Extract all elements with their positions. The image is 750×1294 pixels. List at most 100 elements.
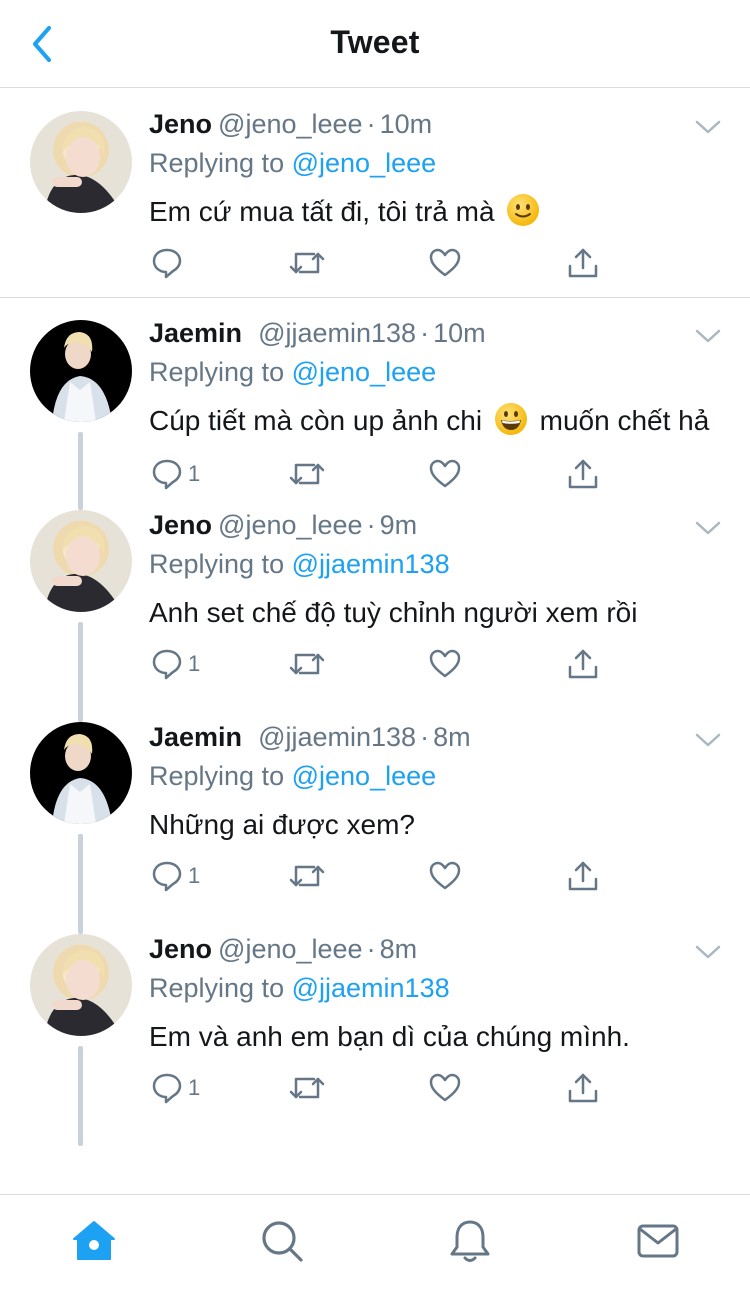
chevron-down-icon[interactable] — [694, 730, 722, 750]
retweet-button[interactable] — [288, 1068, 326, 1108]
slightly-smiling-face-emoji — [507, 194, 540, 226]
like-button[interactable] — [428, 243, 462, 283]
retweet-icon — [289, 865, 325, 887]
heart-icon — [429, 459, 461, 488]
heart-icon — [429, 861, 461, 890]
share-button[interactable] — [566, 856, 600, 896]
tweet-actions: 1 — [0, 644, 750, 684]
chevron-down-icon[interactable] — [694, 117, 722, 137]
tweet-header: Jaemin @jjaemin138 · 8m — [149, 722, 471, 753]
chevron-down-icon[interactable] — [694, 326, 722, 346]
tab-home[interactable] — [70, 1217, 118, 1265]
reply-button[interactable]: 1 — [150, 1068, 200, 1108]
author-name[interactable]: Jeno — [149, 510, 212, 540]
avatar[interactable] — [30, 111, 132, 213]
author-handle[interactable]: @jeno_leee — [218, 510, 363, 540]
author-handle[interactable]: @jeno_leee — [218, 934, 363, 964]
tab-messages[interactable] — [634, 1217, 682, 1265]
tweet-text: Em và anh em bạn dì của chúng mình. — [149, 1021, 630, 1052]
bell-icon — [450, 1220, 490, 1262]
timestamp: 9m — [379, 510, 418, 540]
mention-link[interactable]: @jeno_leee — [292, 357, 437, 387]
like-button[interactable] — [428, 454, 462, 494]
tab-search[interactable] — [258, 1217, 306, 1265]
heart-icon — [429, 1073, 461, 1102]
author-name[interactable]: Jaemin — [149, 318, 242, 348]
replying-to: Replying to @jeno_leee — [149, 761, 436, 792]
avatar[interactable] — [30, 320, 132, 422]
replying-to: Replying to @jeno_leee — [149, 148, 436, 179]
tweet-text: Cúp tiết mà còn up ảnh chi muốn chết hả — [149, 401, 729, 441]
tweet-text-continuation: muốn chết hả — [539, 405, 710, 436]
reply-count: 1 — [188, 461, 201, 486]
share-button[interactable] — [566, 243, 600, 283]
author-name[interactable]: Jeno — [149, 934, 212, 964]
avatar[interactable] — [30, 722, 132, 824]
like-button[interactable] — [428, 856, 462, 896]
retweet-button[interactable] — [288, 644, 326, 684]
tweet-text-content: Cúp tiết mà còn up ảnh chi — [149, 405, 483, 436]
mention-link[interactable]: @jeno_leee — [292, 148, 437, 178]
tweet[interactable]: Jaemin @jjaemin138 · 10m Replying to @jeno_… — [0, 298, 750, 510]
author-name[interactable]: Jaemin — [149, 722, 242, 752]
reply-count: 1 — [188, 1075, 201, 1100]
reply-button[interactable]: 1 — [150, 856, 200, 896]
mention-link[interactable]: @jeno_leee — [292, 761, 437, 791]
reply-icon — [152, 459, 182, 490]
tweet-header: Jaemin @jjaemin138 · 10m — [149, 318, 486, 349]
share-icon — [568, 861, 598, 891]
retweet-button[interactable] — [288, 243, 326, 283]
share-button[interactable] — [566, 1068, 600, 1108]
like-button[interactable] — [428, 644, 462, 684]
chevron-down-icon[interactable] — [694, 942, 722, 962]
retweet-button[interactable] — [288, 856, 326, 896]
avatar-image — [44, 526, 122, 612]
tweet[interactable]: Jaemin @jjaemin138 · 8m Replying to @jeno_l… — [0, 722, 750, 934]
share-icon — [568, 459, 598, 489]
share-icon — [568, 1073, 598, 1103]
tweet-text: Anh set chế độ tuỳ chỉnh người xem rồi — [149, 597, 638, 628]
share-button[interactable] — [566, 454, 600, 494]
reply-button[interactable]: 1 — [150, 644, 200, 684]
tweet[interactable]: Jeno @jeno_leee · 8m Replying to @jjaemin13… — [0, 934, 750, 1146]
reply-button[interactable]: 1 — [150, 454, 200, 494]
avatar-image — [52, 734, 112, 824]
tweet-header: Jeno @jeno_leee · 8m — [149, 934, 417, 965]
author-handle[interactable]: @jjaemin138 — [258, 722, 416, 752]
tweet[interactable]: Jeno @jeno_leee · 9m Replying to @jjaemin13… — [0, 510, 750, 722]
reply-icon — [152, 861, 182, 892]
share-button[interactable] — [566, 644, 600, 684]
share-icon — [568, 649, 598, 679]
author-name[interactable]: Jeno — [149, 109, 212, 139]
retweet-icon — [289, 252, 325, 274]
mention-link[interactable]: @jjaemin138 — [292, 973, 450, 1003]
avatar[interactable] — [30, 934, 132, 1036]
tweet-header: Jeno @jeno_leee · 10m — [149, 109, 432, 140]
separator-dot: · — [366, 934, 376, 964]
like-button[interactable] — [428, 1068, 462, 1108]
heart-icon — [429, 248, 461, 277]
avatar-image — [44, 127, 122, 213]
separator-dot: · — [420, 318, 430, 348]
share-icon — [568, 248, 598, 278]
retweet-icon — [289, 463, 325, 485]
author-handle[interactable]: @jjaemin138 — [258, 318, 416, 348]
tweet-header: Jeno @jeno_leee · 9m — [149, 510, 417, 541]
mention-link[interactable]: @jjaemin138 — [292, 549, 450, 579]
avatar[interactable] — [30, 510, 132, 612]
reply-button[interactable] — [150, 243, 188, 283]
reply-icon — [152, 1073, 182, 1104]
replying-to-label: Replying to — [149, 549, 285, 579]
author-handle[interactable]: @jeno_leee — [218, 109, 363, 139]
retweet-button[interactable] — [288, 454, 326, 494]
reply-icon — [152, 248, 182, 279]
avatar-image — [52, 332, 112, 422]
tweet-text: Những ai được xem? — [149, 809, 415, 840]
tweet[interactable]: Jeno @jeno_leee · 10m Replying to @jeno_lee… — [0, 89, 750, 298]
replying-to: Replying to @jjaemin138 — [149, 549, 450, 580]
tab-notifications[interactable] — [446, 1217, 494, 1265]
chevron-down-icon[interactable] — [694, 518, 722, 538]
separator-dot: · — [366, 510, 376, 540]
page-title: Tweet — [330, 24, 420, 60]
replying-to: Replying to @jeno_leee — [149, 357, 436, 388]
